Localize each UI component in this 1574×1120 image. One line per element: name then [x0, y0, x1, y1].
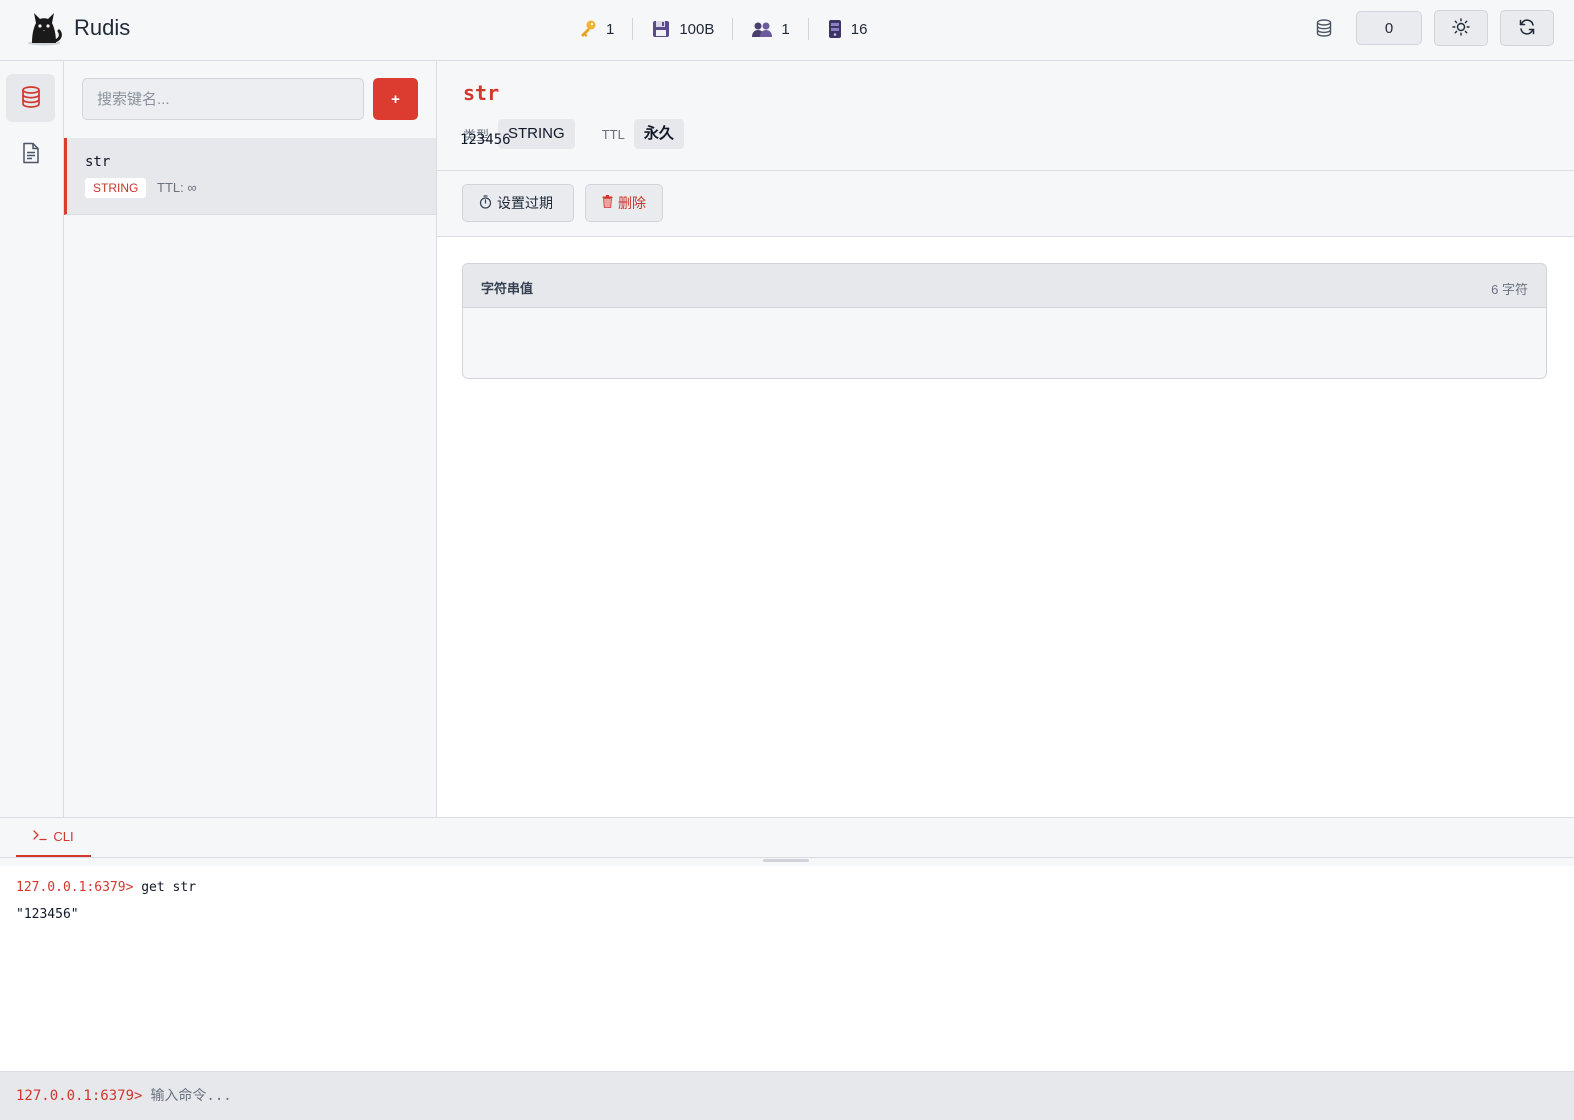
cli-input[interactable]: [150, 1088, 1051, 1104]
stat-keys-value: 1: [606, 20, 615, 38]
database-selector[interactable]: 0: [1356, 11, 1422, 45]
brand: Rudis: [24, 8, 130, 48]
detail-header: str 类型 STRING TTL 永久: [437, 61, 1574, 171]
bottom-tabs: CLI: [0, 817, 1574, 858]
string-value[interactable]: 123456: [460, 132, 511, 148]
key-name: str: [85, 154, 111, 170]
set-expire-button[interactable]: 设置过期: [462, 184, 574, 222]
list-item[interactable]: str STRING TTL: ∞: [64, 138, 436, 215]
cli-output-line: "123456": [16, 907, 79, 922]
value-card-header: 字符串值 6 字符: [463, 264, 1546, 308]
trash-icon: [602, 195, 613, 211]
stat-memory-value: 100B: [679, 20, 715, 38]
stat-clients: 1: [733, 19, 807, 39]
cli-prompt: 127.0.0.1:6379>: [16, 1088, 143, 1104]
delete-button[interactable]: 删除: [585, 184, 663, 222]
stat-databases: 16: [809, 19, 886, 39]
cli-command: get str: [141, 880, 197, 895]
tab-cli-label: CLI: [53, 829, 74, 844]
cli-prompt: 127.0.0.1:6379>: [16, 880, 134, 895]
cli-history-line: 127.0.0.1:6379> get str: [16, 880, 196, 895]
header-actions: 0: [1314, 10, 1554, 46]
resize-handle[interactable]: [763, 859, 809, 862]
stat-clients-value: 1: [781, 20, 790, 38]
stat-keys: 1: [578, 19, 632, 39]
string-value-card: 字符串值 6 字符: [462, 263, 1547, 379]
stats-bar: 1 100B 1 16: [578, 16, 885, 42]
users-icon: [751, 19, 773, 39]
cli-output: 127.0.0.1:6379> get str "123456": [0, 866, 1574, 1071]
theme-toggle-button[interactable]: [1434, 10, 1488, 46]
app-name: Rudis: [74, 15, 131, 40]
delete-label: 删除: [618, 195, 646, 211]
refresh-button[interactable]: [1500, 10, 1554, 46]
search-input[interactable]: [82, 78, 364, 120]
nav-keys-button[interactable]: [6, 74, 55, 122]
key-ttl: TTL: ∞: [157, 180, 197, 195]
page-title: str: [463, 81, 500, 105]
cat-logo-icon: [24, 7, 64, 50]
sun-icon: [1452, 17, 1470, 39]
document-icon: [22, 142, 40, 167]
ttl-value: 永久: [633, 119, 684, 149]
key-detail-panel: str 类型 STRING TTL 永久 设置过期 删除 字符串值 6 字符 1…: [437, 61, 1574, 817]
nav-docs-button[interactable]: [6, 130, 55, 178]
value-length: 6 字符: [1491, 282, 1528, 297]
add-key-button[interactable]: +: [373, 78, 418, 120]
refresh-icon: [1518, 18, 1536, 39]
stopwatch-icon: [479, 194, 492, 212]
tab-cli[interactable]: CLI: [16, 818, 91, 857]
server-icon: [827, 19, 843, 39]
detail-toolbar: 设置过期 删除: [437, 171, 1574, 237]
cli-input-bar: 127.0.0.1:6379>: [0, 1071, 1574, 1120]
database-icon: [20, 85, 42, 112]
key-icon: [578, 19, 598, 39]
set-expire-label: 设置过期: [497, 195, 553, 211]
key-list-panel: + str STRING TTL: ∞: [64, 61, 437, 817]
nav-rail: [0, 61, 64, 817]
stat-memory: 100B: [633, 19, 732, 39]
database-icon: [1314, 18, 1334, 38]
value-card-title: 字符串值: [481, 281, 534, 296]
ttl-label: TTL: [601, 126, 625, 142]
app-header: Rudis 1 100B 1 16 0: [0, 0, 1574, 61]
terminal-icon: [33, 829, 48, 844]
floppy-disk-icon: [651, 19, 671, 39]
key-type-badge: STRING: [85, 178, 147, 198]
stat-databases-value: 16: [850, 20, 868, 38]
